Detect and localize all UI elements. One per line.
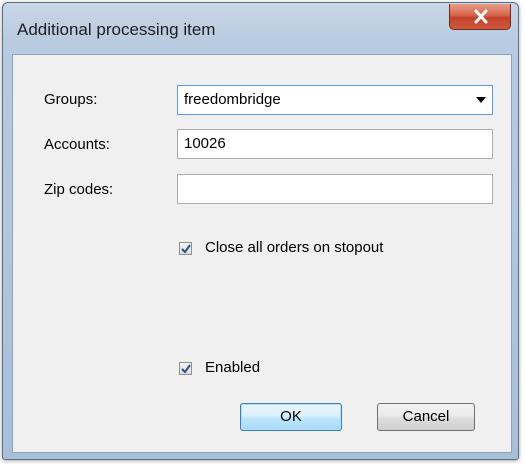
window-title: Additional processing item [17, 20, 216, 39]
close-orders-label[interactable]: Close all orders on stopout [205, 239, 383, 256]
accounts-label: Accounts: [44, 136, 110, 153]
zip-codes-input[interactable] [177, 174, 493, 204]
enabled-label[interactable]: Enabled [205, 359, 260, 376]
zip-codes-label: Zip codes: [44, 181, 114, 198]
close-x-icon [474, 9, 488, 24]
groups-value: freedombridge [184, 91, 281, 108]
checkmark-icon [181, 244, 191, 254]
checkmark-icon [181, 364, 191, 374]
ok-button[interactable]: OK [240, 403, 342, 431]
dialog-content: Groups: freedombridge Accounts: 10026 Zi… [12, 54, 512, 453]
cancel-button[interactable]: Cancel [377, 403, 475, 431]
dialog-window: Additional processing item Groups: freed… [2, 2, 519, 460]
enabled-checkbox[interactable] [179, 362, 192, 375]
close-orders-checkbox[interactable] [179, 242, 192, 255]
accounts-input[interactable]: 10026 [177, 129, 493, 159]
groups-label: Groups: [44, 91, 98, 108]
groups-dropdown[interactable]: freedombridge [177, 85, 493, 115]
chevron-down-icon [476, 97, 486, 103]
close-button[interactable] [449, 4, 511, 30]
